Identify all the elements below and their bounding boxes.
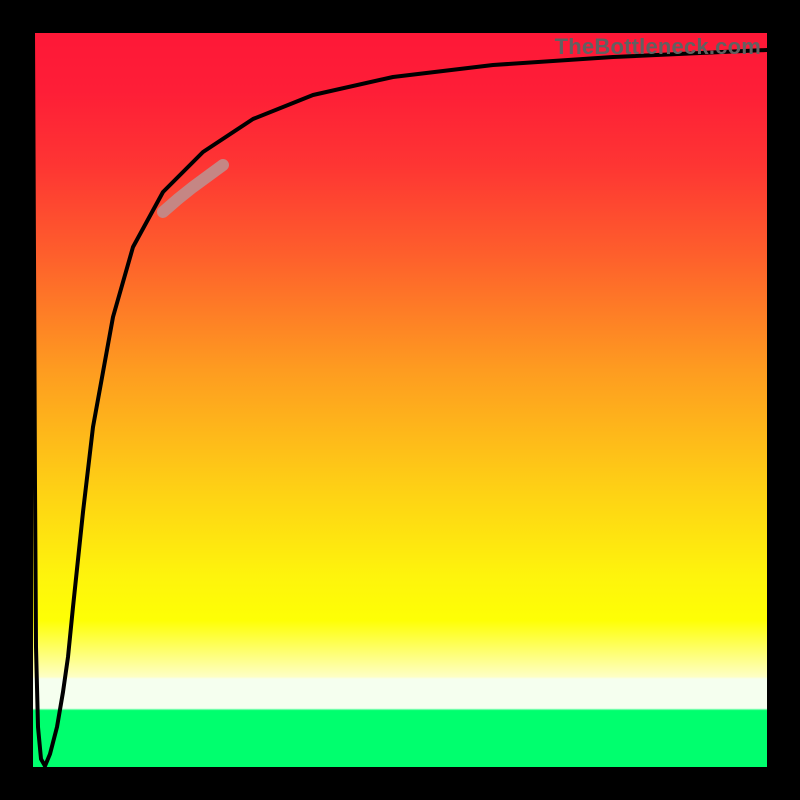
watermark-text: TheBottleneck.com xyxy=(555,33,761,60)
gradient-background xyxy=(33,33,767,767)
chart-frame: TheBottleneck.com xyxy=(0,0,800,800)
